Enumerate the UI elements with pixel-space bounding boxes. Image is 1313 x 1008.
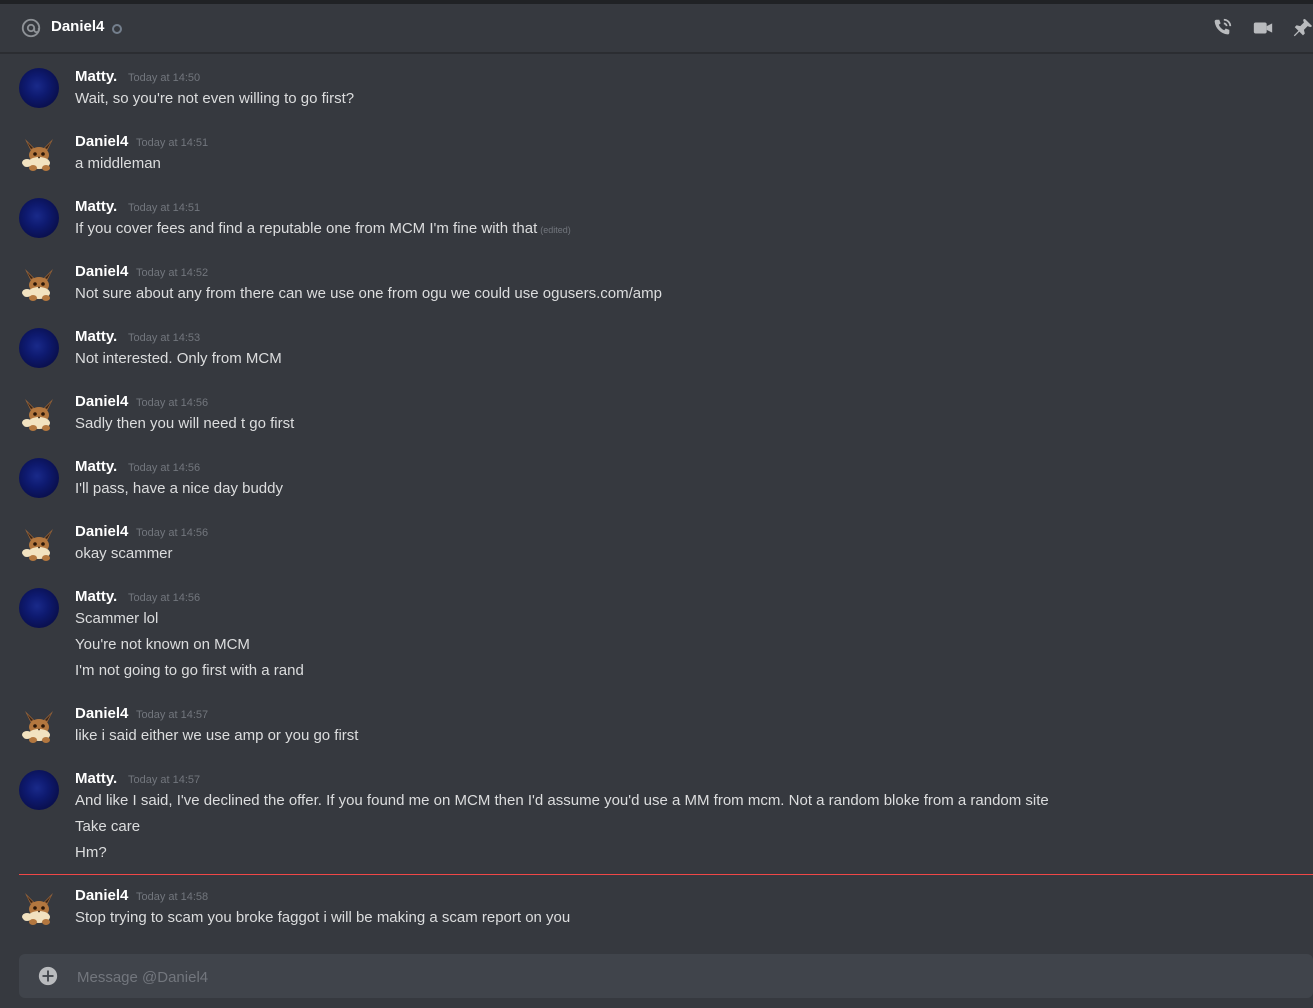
dm-recipient-name: Daniel4 <box>51 18 105 35</box>
message-author[interactable]: Daniel4 <box>75 523 128 540</box>
message-text-content: Hm? <box>75 844 107 861</box>
avatar[interactable] <box>19 458 59 498</box>
avatar[interactable] <box>19 705 59 745</box>
message-text: You're not known on MCM <box>75 636 250 653</box>
phone-call-icon[interactable] <box>1211 17 1233 39</box>
message-author[interactable]: Daniel4 <box>75 705 128 722</box>
message-text: Take care <box>75 818 140 835</box>
video-icon[interactable] <box>1252 17 1274 39</box>
message-timestamp: Today at 14:56 <box>128 592 201 604</box>
message-timestamp: Today at 14:53 <box>128 332 201 344</box>
message-text-content: And like I said, I've declined the offer… <box>75 792 1049 809</box>
channel-header: Daniel4 <box>0 4 1313 53</box>
at-icon <box>21 18 41 38</box>
message-text-content: Sadly then you will need t go first <box>75 415 295 432</box>
message-text-content: Wait, so you're not even willing to go f… <box>75 90 355 107</box>
avatar[interactable] <box>19 263 59 303</box>
message-text: I'm not going to go first with a rand <box>75 662 304 679</box>
message-text: Not sure about any from there can we use… <box>75 285 662 302</box>
message-author[interactable]: Matty. <box>75 458 117 475</box>
message-text: Not interested. Only from MCM <box>75 350 282 367</box>
message-timestamp: Today at 14:58 <box>136 891 209 903</box>
avatar[interactable] <box>19 887 59 927</box>
message-timestamp: Today at 14:57 <box>128 774 201 786</box>
edited-marker: (edited) <box>540 225 571 235</box>
message-author[interactable]: Daniel4 <box>75 133 128 150</box>
message-text: Scammer lol <box>75 610 158 627</box>
new-messages-divider <box>19 874 1313 875</box>
avatar[interactable] <box>19 393 59 433</box>
pin-icon[interactable] <box>1292 17 1313 39</box>
message-text: Sadly then you will need t go first <box>75 415 294 432</box>
message-text-content: You're not known on MCM <box>75 636 250 653</box>
message-text: okay scammer <box>75 545 173 562</box>
message-text-content: okay scammer <box>75 545 173 562</box>
avatar[interactable] <box>19 68 59 108</box>
message-text: I'll pass, have a nice day buddy <box>75 480 283 497</box>
avatar[interactable] <box>19 588 59 628</box>
message-timestamp: Today at 14:56 <box>136 527 209 539</box>
message-list[interactable]: Matty. Today at 14:50 Wait, so you're not … <box>0 53 1313 948</box>
message-text-content: If you cover fees and find a reputable o… <box>75 220 538 237</box>
message-author[interactable]: Matty. <box>75 770 117 787</box>
message-composer <box>19 954 1313 1000</box>
message-timestamp: Today at 14:50 <box>128 72 201 84</box>
avatar[interactable] <box>19 523 59 563</box>
message-author[interactable]: Daniel4 <box>75 887 128 904</box>
message-timestamp: Today at 14:57 <box>136 709 209 721</box>
message-text: And like I said, I've declined the offer… <box>75 792 1049 809</box>
message-text: Wait, so you're not even willing to go f… <box>75 90 354 107</box>
message-text-content: Stop trying to scam you broke faggot i w… <box>75 909 571 926</box>
message-text-content: Take care <box>75 818 141 835</box>
message-text: Stop trying to scam you broke faggot i w… <box>75 909 570 926</box>
message-text-content: a middleman <box>75 155 161 172</box>
message-timestamp: Today at 14:56 <box>136 397 209 409</box>
avatar[interactable] <box>19 770 59 810</box>
message-author[interactable]: Matty. <box>75 198 117 215</box>
message-timestamp: Today at 14:51 <box>128 202 201 214</box>
offline-status-icon <box>112 24 122 34</box>
message-text-content: I'm not going to go first with a rand <box>75 662 304 679</box>
avatar[interactable] <box>19 133 59 173</box>
message-text-content: Scammer lol <box>75 610 159 627</box>
message-text-content: I'll pass, have a nice day buddy <box>75 480 283 497</box>
message-text: like i said either we use amp or you go … <box>75 727 358 744</box>
message-text-content: Not sure about any from there can we use… <box>75 285 662 302</box>
message-text: If you cover fees and find a reputable o… <box>75 220 571 237</box>
message-author[interactable]: Matty. <box>75 588 117 605</box>
message-text-content: like i said either we use amp or you go … <box>75 727 359 744</box>
message-timestamp: Today at 14:51 <box>136 137 209 149</box>
message-author[interactable]: Daniel4 <box>75 263 128 280</box>
message-timestamp: Today at 14:52 <box>136 267 209 279</box>
message-author[interactable]: Matty. <box>75 328 117 345</box>
avatar[interactable] <box>19 328 59 368</box>
add-attachment-icon[interactable] <box>37 965 59 987</box>
message-author[interactable]: Matty. <box>75 68 117 85</box>
message-author[interactable]: Daniel4 <box>75 393 128 410</box>
avatar[interactable] <box>19 198 59 238</box>
message-text: Hm? <box>75 844 107 861</box>
message-text-content: Not interested. Only from MCM <box>75 350 282 367</box>
message-text: a middleman <box>75 155 161 172</box>
message-input[interactable] <box>75 954 1279 1000</box>
message-timestamp: Today at 14:56 <box>128 462 201 474</box>
